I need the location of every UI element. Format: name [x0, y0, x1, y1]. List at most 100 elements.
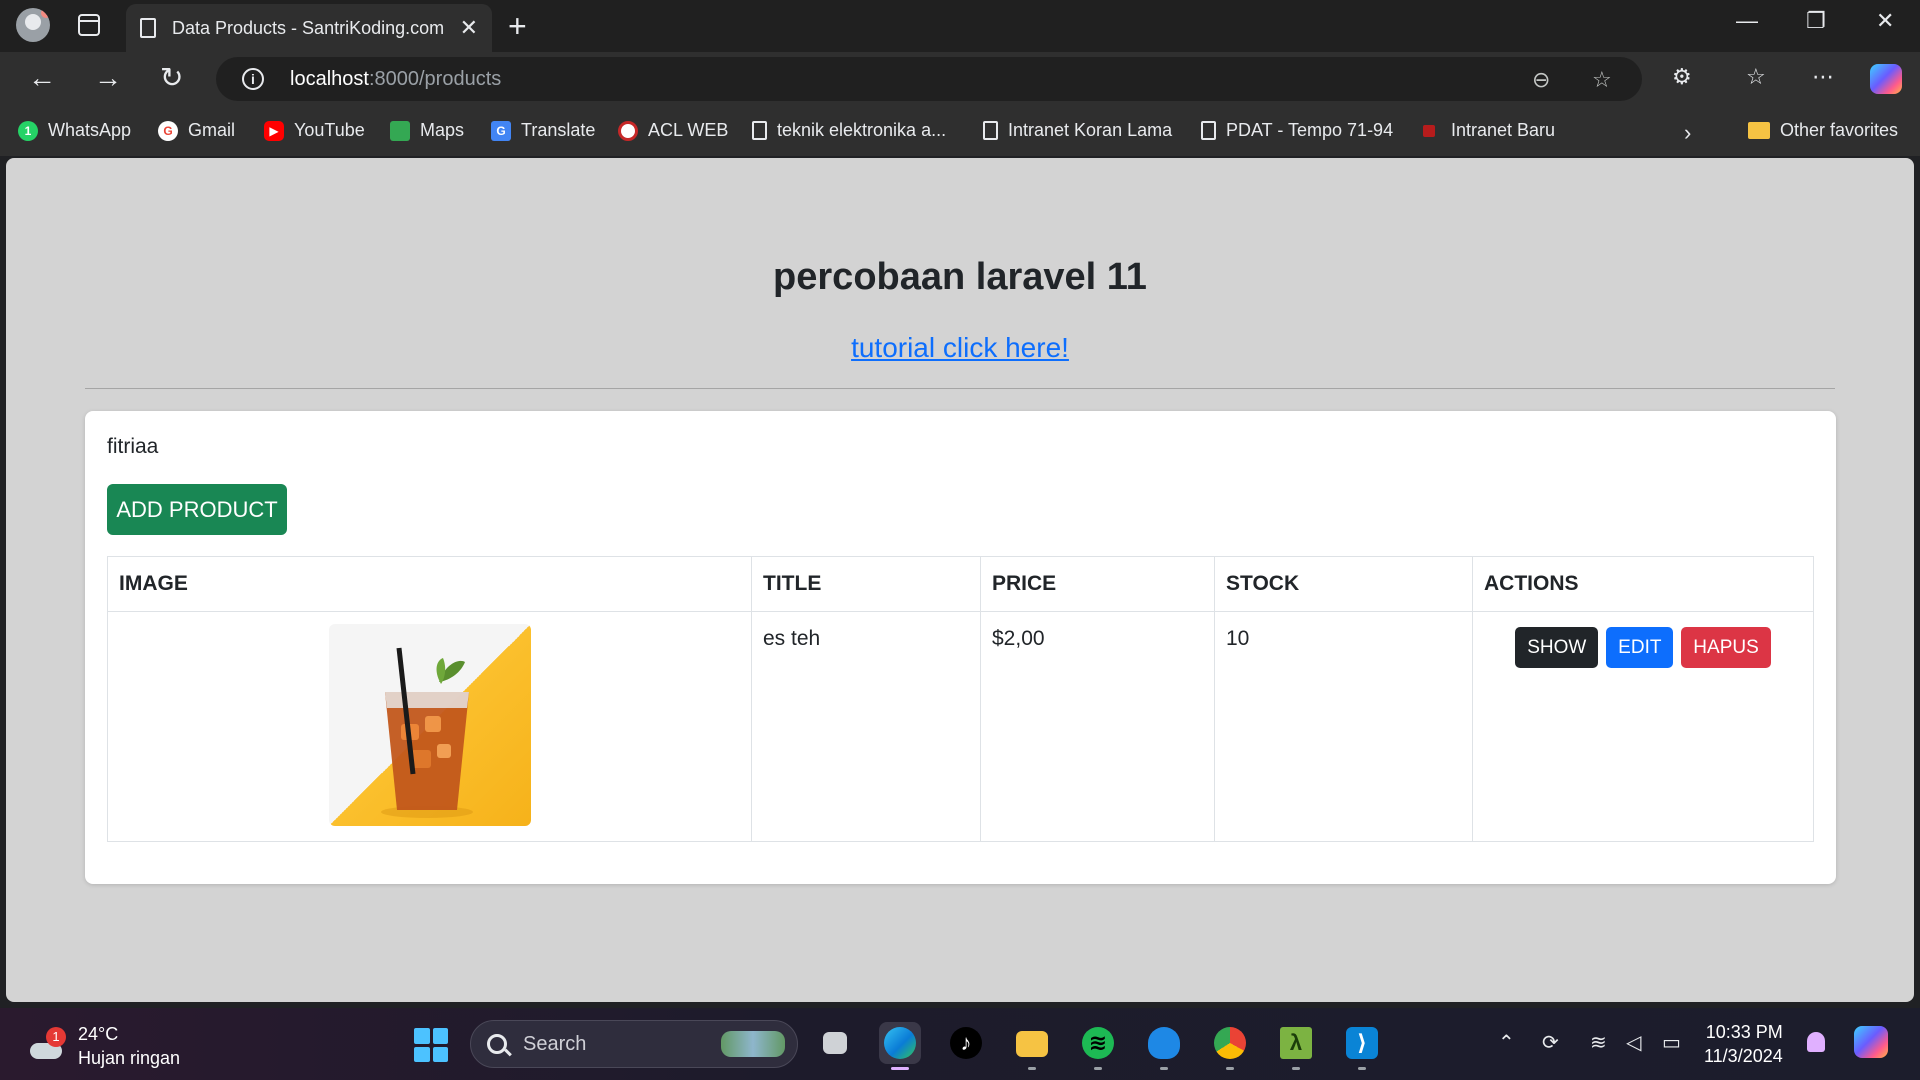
- bookmark-maps[interactable]: Maps: [390, 120, 464, 141]
- weather-badge: 1: [46, 1027, 66, 1047]
- system-clock[interactable]: 10:33 PM 11/3/2024: [1704, 1020, 1783, 1068]
- page-icon: [983, 121, 998, 140]
- bookmark-teknik[interactable]: teknik elektronika a...: [752, 120, 946, 141]
- column-header-image: IMAGE: [107, 556, 752, 612]
- more-bookmarks-chevron-icon[interactable]: ›: [1684, 120, 1691, 146]
- spotify-icon[interactable]: ≋: [1077, 1022, 1119, 1070]
- tab-title: Data Products - SantriKoding.com: [172, 17, 445, 38]
- bookmark-label: WhatsApp: [48, 120, 132, 140]
- wifi-icon[interactable]: ≋: [1590, 1030, 1607, 1055]
- clock-date: 11/3/2024: [1704, 1046, 1783, 1066]
- translate-icon: G: [491, 120, 511, 141]
- product-price: $2,00: [980, 611, 1215, 842]
- page-title: percobaan laravel 11: [773, 256, 1147, 298]
- forward-arrow-icon[interactable]: →: [94, 62, 122, 94]
- taskbar-search[interactable]: Search: [470, 1020, 798, 1068]
- bookmark-label: Intranet Baru: [1451, 120, 1556, 140]
- reload-icon[interactable]: ↻: [160, 62, 183, 94]
- bookmark-pdat[interactable]: PDAT - Tempo 71-94: [1201, 120, 1393, 141]
- url-path: :8000/products: [368, 68, 502, 90]
- profile-avatar[interactable]: [16, 8, 50, 42]
- favorites-icon[interactable]: ☆: [1746, 64, 1766, 90]
- search-label: Search: [523, 1032, 587, 1055]
- products-table: IMAGE TITLE PRICE STOCK ACTIONS es teh $…: [107, 556, 1814, 842]
- bookmark-translate[interactable]: G Translate: [491, 120, 595, 141]
- file-explorer-icon[interactable]: [1011, 1022, 1053, 1070]
- copilot-icon[interactable]: [1870, 64, 1902, 94]
- task-view-icon[interactable]: [814, 1022, 856, 1064]
- page-viewport: percobaan laravel 11 tutorial click here…: [6, 158, 1914, 1002]
- copilot-taskbar-icon[interactable]: [1854, 1026, 1888, 1058]
- edge-icon[interactable]: [879, 1022, 921, 1070]
- bookmark-label: teknik elektronika a...: [777, 120, 947, 140]
- bookmark-label: YouTube: [294, 120, 365, 140]
- bookmark-koran-lama[interactable]: Intranet Koran Lama: [983, 120, 1172, 141]
- weather-desc: Hujan ringan: [78, 1048, 181, 1068]
- new-tab-button[interactable]: +: [508, 8, 527, 45]
- browser-titlebar: Data Products - SantriKoding.com ✕ + — ❐…: [0, 0, 1920, 52]
- weather-cloud-icon: 1: [28, 1027, 66, 1061]
- product-title: es teh: [751, 611, 981, 842]
- add-product-button[interactable]: ADD PRODUCT: [107, 484, 287, 535]
- vscode-icon[interactable]: ⟩: [1341, 1022, 1383, 1070]
- xampp-icon[interactable]: λ: [1275, 1022, 1317, 1070]
- column-header-stock: STOCK: [1214, 556, 1473, 612]
- tab-active[interactable]: Data Products - SantriKoding.com ✕: [126, 4, 492, 52]
- volume-icon[interactable]: ◁: [1626, 1030, 1641, 1055]
- bookmark-whatsapp[interactable]: 1 WhatsApp: [18, 120, 131, 141]
- page-icon: [1201, 121, 1216, 140]
- windows-taskbar: 1 24°C Hujan ringan Search ♪ ≋ λ ⟩ ⌃ ⟳ ≋…: [0, 1008, 1920, 1080]
- tutorial-link[interactable]: tutorial click here!: [6, 332, 1914, 364]
- sync-icon[interactable]: ⟳: [1542, 1030, 1559, 1055]
- browser-toolbar: ← → ↻ i localhost:8000/products ⊖ ☆ ⚙ ☆ …: [0, 52, 1920, 106]
- table-row: es teh $2,00 10 SHOW EDIT HAPUS: [107, 611, 1814, 842]
- minimize-icon[interactable]: —: [1736, 8, 1758, 34]
- notification-dot: [41, 8, 50, 18]
- clock-time: 10:33 PM: [1705, 1022, 1783, 1042]
- delete-button[interactable]: HAPUS: [1681, 627, 1771, 668]
- battery-icon[interactable]: ▭: [1662, 1030, 1681, 1055]
- favorite-star-icon[interactable]: ☆: [1592, 67, 1612, 93]
- show-hidden-icons-chevron-icon[interactable]: ⌃: [1498, 1030, 1515, 1055]
- gmail-icon: G: [158, 120, 178, 141]
- product-stock: 10: [1214, 611, 1473, 842]
- divider: [85, 388, 1835, 389]
- other-favorites-label: Other favorites: [1780, 120, 1899, 140]
- site-info-icon[interactable]: i: [242, 68, 264, 90]
- bookmark-intranet-baru[interactable]: Intranet Baru: [1423, 120, 1555, 141]
- url-host: localhost: [290, 68, 369, 90]
- bookmarks-bar: 1 WhatsApp G Gmail ▶ YouTube Maps G Translat…: [0, 106, 1920, 156]
- back-arrow-icon[interactable]: ←: [28, 62, 56, 94]
- windows-start-icon[interactable]: [414, 1028, 448, 1062]
- show-button[interactable]: SHOW: [1515, 627, 1599, 668]
- extensions-icon[interactable]: ⚙: [1672, 64, 1692, 90]
- bookmark-youtube[interactable]: ▶ YouTube: [264, 120, 365, 141]
- restore-icon[interactable]: ❐: [1806, 8, 1826, 34]
- page-icon: [140, 18, 156, 38]
- tab-actions-icon[interactable]: [78, 14, 100, 36]
- address-bar[interactable]: i localhost:8000/products ⊖ ☆: [216, 57, 1642, 101]
- user-name: fitriaa: [107, 435, 159, 458]
- zoom-icon[interactable]: ⊖: [1532, 67, 1550, 93]
- bookmark-acl-web[interactable]: ACL WEB: [618, 120, 728, 141]
- close-window-icon[interactable]: ✕: [1876, 8, 1894, 34]
- chrome-icon[interactable]: [1209, 1022, 1251, 1070]
- tab-close-icon[interactable]: ✕: [460, 15, 478, 41]
- weather-temp: 24°C: [78, 1024, 119, 1044]
- tiktok-icon[interactable]: ♪: [945, 1022, 987, 1064]
- page-icon: [752, 121, 767, 140]
- weather-widget[interactable]: 1 24°C Hujan ringan: [28, 1022, 180, 1070]
- more-menu-icon[interactable]: ⋯: [1812, 64, 1834, 90]
- bookmark-label: Maps: [420, 120, 465, 140]
- product-actions: SHOW EDIT HAPUS: [1472, 611, 1814, 842]
- notification-bell-icon[interactable]: [1807, 1032, 1825, 1052]
- bookmark-gmail[interactable]: G Gmail: [158, 120, 235, 141]
- edit-button[interactable]: EDIT: [1606, 627, 1674, 668]
- url-text[interactable]: localhost:8000/products: [290, 68, 501, 91]
- bookmark-label: PDAT - Tempo 71-94: [1226, 120, 1394, 140]
- app-blue-icon[interactable]: [1143, 1022, 1185, 1070]
- other-favorites[interactable]: Other favorites: [1748, 120, 1898, 141]
- bookmark-label: Gmail: [188, 120, 236, 140]
- bookmark-label: Translate: [521, 120, 596, 140]
- search-highlight-image: [721, 1031, 785, 1057]
